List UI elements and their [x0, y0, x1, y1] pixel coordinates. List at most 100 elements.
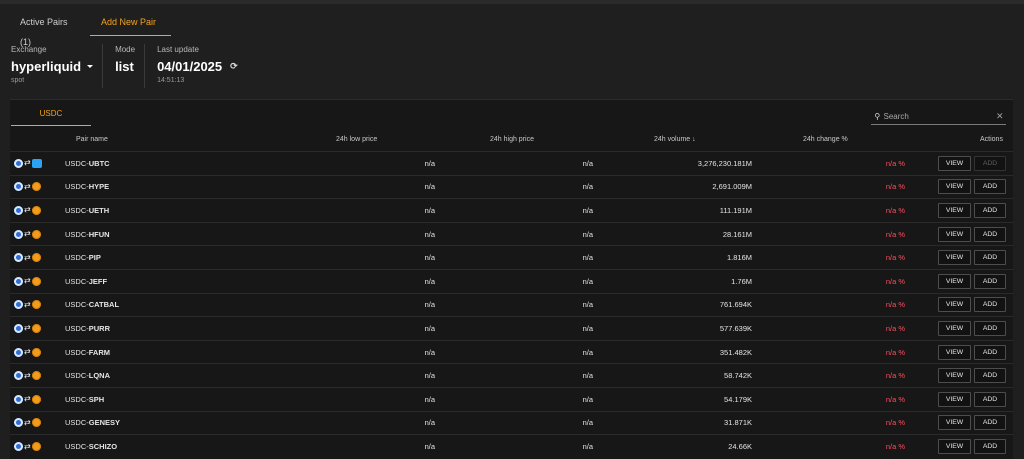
change-percent: n/a %: [885, 300, 905, 310]
col-24h-high[interactable]: 24h high price: [490, 136, 534, 143]
change-percent: n/a %: [885, 182, 905, 192]
view-button[interactable]: VIEW: [938, 368, 971, 384]
col-24h-change[interactable]: 24h change %: [803, 136, 848, 143]
col-pair-name[interactable]: Pair name: [76, 136, 108, 143]
pairs-table: ⇄ USDC-UBTC n/a n/a 3,276,230.181M n/a % VIEW A…: [10, 151, 1013, 458]
view-button[interactable]: VIEW: [938, 273, 971, 289]
usdc-icon: [14, 253, 23, 263]
view-button[interactable]: VIEW: [938, 391, 971, 407]
exchange-value: hyperliquid: [11, 59, 82, 74]
high-price: n/a: [582, 394, 593, 404]
usdc-icon: [14, 182, 23, 192]
view-button[interactable]: VIEW: [938, 344, 971, 360]
last-update-block: Last update 04/01/2025 ⟳ 14:51:13: [157, 44, 248, 88]
add-button[interactable]: ADD: [974, 273, 1006, 289]
tab-add-new-pair[interactable]: Add New Pair: [90, 12, 171, 36]
add-button[interactable]: ADD: [974, 344, 1006, 360]
add-button[interactable]: ADD: [974, 415, 1006, 431]
pair-quote: USDC-: [65, 205, 89, 215]
swap-icon: ⇄: [24, 181, 31, 191]
view-button[interactable]: VIEW: [938, 179, 971, 195]
pair-base: LQNA: [88, 371, 110, 381]
view-button[interactable]: VIEW: [938, 250, 971, 266]
usdc-icon: [14, 442, 23, 452]
add-button[interactable]: ADD: [974, 202, 1006, 218]
pair-name: USDC-PURR: [65, 317, 291, 341]
add-button[interactable]: ADD: [974, 391, 1006, 407]
last-update-date: 04/01/2025: [157, 59, 223, 74]
pair-quote: USDC-: [65, 347, 89, 357]
col-24h-volume[interactable]: 24h volume ↓: [654, 136, 696, 143]
volume: 3,276,230.181M: [697, 158, 752, 168]
col-actions: Actions: [980, 136, 1003, 143]
add-button[interactable]: ADD: [974, 320, 1006, 336]
view-button[interactable]: VIEW: [938, 415, 971, 431]
add-button[interactable]: ADD: [974, 439, 1006, 455]
add-button[interactable]: ADD: [974, 297, 1006, 313]
pair-base: UBTC: [88, 158, 110, 168]
pair-icons: ⇄: [10, 269, 65, 293]
row-actions: VIEW ADD: [905, 199, 1013, 223]
high-price: n/a: [582, 276, 593, 286]
row-actions: VIEW ADD: [905, 411, 1013, 435]
view-button[interactable]: VIEW: [938, 226, 971, 242]
row-actions: VIEW ADD: [905, 317, 1013, 341]
view-button[interactable]: VIEW: [938, 297, 971, 313]
add-button[interactable]: ADD: [974, 368, 1006, 384]
view-button[interactable]: VIEW: [938, 439, 971, 455]
swap-icon: ⇄: [24, 417, 31, 427]
pair-quote: USDC-: [65, 158, 89, 168]
change-percent: n/a %: [885, 418, 905, 428]
tab-active-pairs[interactable]: Active Pairs (1): [9, 12, 90, 47]
hype-icon: [31, 347, 41, 357]
pair-quote: USDC-: [65, 276, 89, 286]
view-button[interactable]: VIEW: [938, 320, 971, 336]
add-button[interactable]: ADD: [974, 226, 1006, 242]
high-price: n/a: [582, 253, 593, 263]
mode-block: Mode list: [115, 44, 146, 88]
table-row: ⇄ USDC-SCHIZO n/a n/a 24.66K n/a % VIEW ADD: [10, 434, 1013, 459]
view-button[interactable]: VIEW: [938, 155, 971, 171]
col-24h-low[interactable]: 24h low price: [336, 136, 377, 143]
add-button[interactable]: ADD: [974, 179, 1006, 195]
swap-icon: ⇄: [24, 158, 31, 168]
clear-search-icon[interactable]: ✕: [994, 111, 1007, 122]
row-actions: VIEW ADD: [905, 175, 1013, 199]
pair-base: HFUN: [88, 229, 110, 239]
pair-name: USDC-FARM: [65, 340, 291, 364]
swap-icon: ⇄: [24, 229, 31, 239]
high-price: n/a: [582, 323, 593, 333]
add-button[interactable]: ADD: [974, 155, 1006, 171]
table-row: ⇄ USDC-GENESY n/a n/a 31.871K n/a % VIEW ADD: [10, 411, 1013, 435]
swap-icon: ⇄: [24, 252, 31, 262]
pair-base: PURR: [88, 323, 111, 333]
tab-quote-usdc[interactable]: USDC: [11, 100, 91, 126]
low-price: n/a: [424, 300, 435, 310]
hype-icon: [31, 323, 41, 333]
hype-icon: [31, 205, 41, 215]
change-percent: n/a %: [885, 347, 905, 357]
swap-icon: ⇄: [24, 323, 31, 333]
table-row: ⇄ USDC-JEFF n/a n/a 1.76M n/a % VIEW ADD: [10, 269, 1013, 293]
usdc-icon: [14, 347, 23, 357]
usdc-icon: [14, 158, 23, 168]
pair-base: SPH: [88, 394, 105, 404]
volume: 577.639K: [719, 323, 752, 333]
swap-icon: ⇄: [24, 347, 31, 357]
row-actions: VIEW ADD: [905, 269, 1013, 293]
refresh-icon[interactable]: ⟳: [230, 61, 238, 72]
exchange-selector[interactable]: hyperliquid: [11, 59, 94, 74]
low-price: n/a: [424, 323, 435, 333]
search-input[interactable]: [883, 109, 994, 124]
pair-base: FARM: [88, 347, 110, 357]
add-button[interactable]: ADD: [974, 250, 1006, 266]
table-row: ⇄ USDC-UBTC n/a n/a 3,276,230.181M n/a % VIEW A…: [10, 151, 1013, 176]
pair-quote: USDC-: [65, 371, 89, 381]
view-button[interactable]: VIEW: [938, 202, 971, 218]
pair-quote: USDC-: [65, 300, 89, 310]
table-header: Pair name 24h low price 24h high price 2…: [10, 136, 1013, 148]
usdc-icon: [14, 371, 23, 381]
usdc-icon: [14, 300, 23, 310]
pair-name: USDC-UETH: [65, 199, 291, 223]
volume: 1.816M: [726, 253, 752, 263]
